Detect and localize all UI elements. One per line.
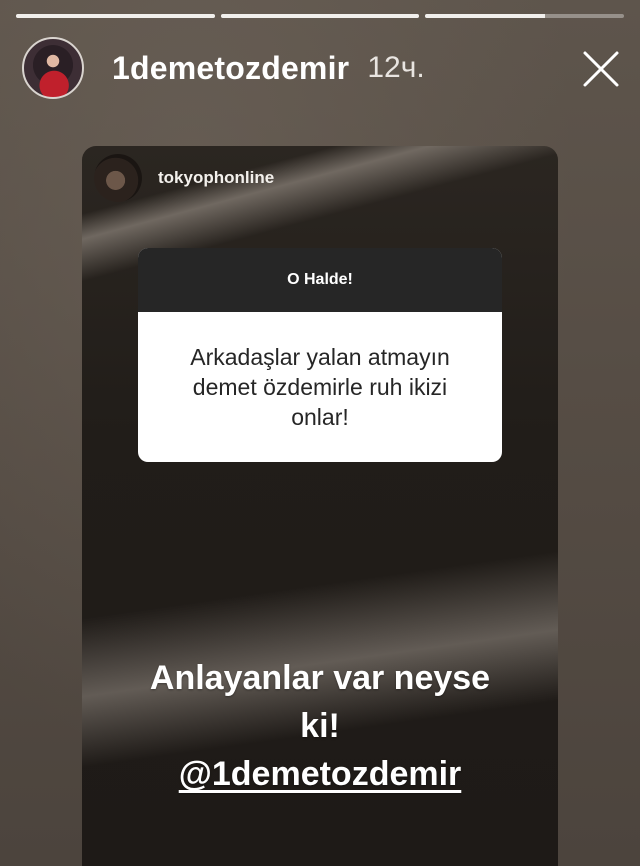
- story-progress: [16, 14, 625, 18]
- caption-line-1: Anlayanlar var neyse: [149, 659, 491, 697]
- shared-username[interactable]: tokyophonline: [158, 168, 274, 188]
- progress-segment-3: [425, 14, 625, 18]
- shared-avatar[interactable]: [94, 154, 142, 202]
- question-title: O Halde!: [138, 248, 502, 312]
- progress-segment-2: [220, 14, 420, 18]
- avatar[interactable]: [22, 37, 84, 99]
- story-timestamp: 12ч.: [367, 51, 425, 84]
- shared-story-header: tokyophonline: [94, 154, 274, 202]
- mention-link[interactable]: @1demetozdemir: [179, 755, 462, 793]
- story-header: 1demetozdemir 12ч.: [22, 36, 620, 100]
- caption-line-2: ki!: [300, 707, 340, 745]
- question-sticker: O Halde! Arkadaşlar yalan atmayın demet …: [138, 248, 502, 462]
- shared-story-card[interactable]: tokyophonline O Halde! Arkadaşlar yalan …: [82, 146, 558, 866]
- progress-segment-1: [16, 14, 215, 18]
- close-icon[interactable]: [582, 50, 620, 88]
- story-username[interactable]: 1demetozdemir: [112, 50, 349, 87]
- question-answer: Arkadaşlar yalan atmayın demet özdemirle…: [190, 344, 450, 430]
- story-caption: Anlayanlar var neyse ki! @1demetozdemir: [82, 654, 558, 798]
